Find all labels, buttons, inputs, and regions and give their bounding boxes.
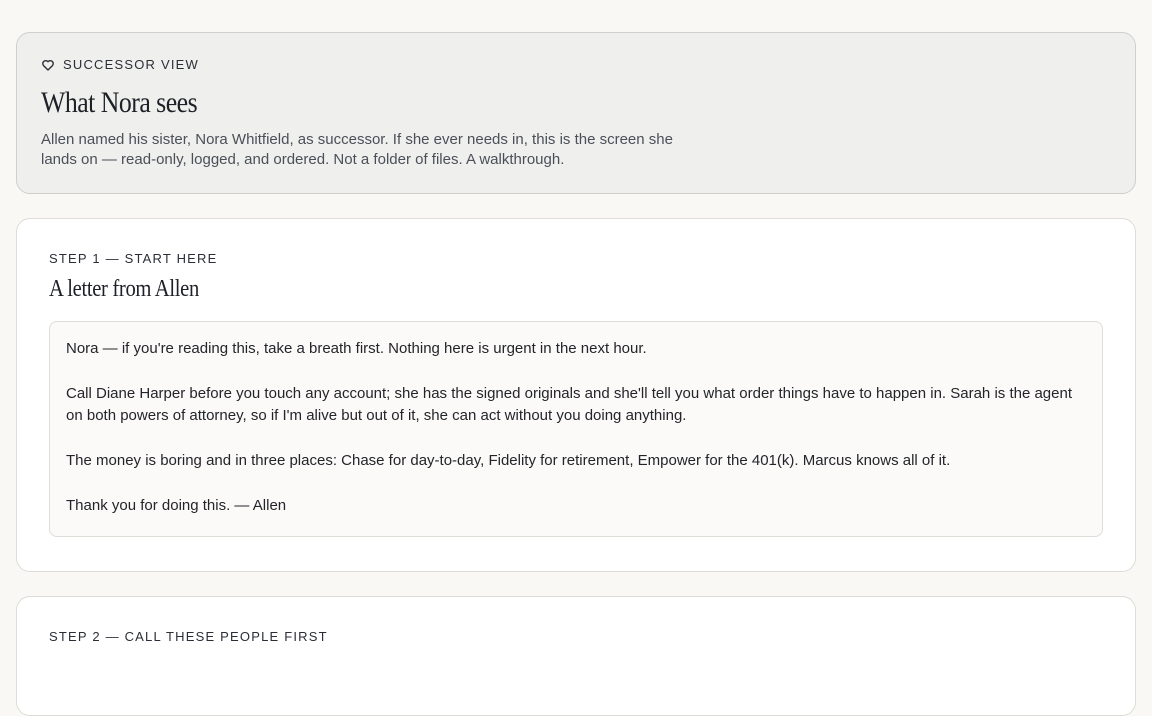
letter-paragraph: The money is boring and in three places:… bbox=[66, 452, 951, 469]
letter-body: Nora — if you're reading this, take a br… bbox=[49, 321, 1103, 537]
page-description: Allen named his sister, Nora Whitfield, … bbox=[41, 131, 673, 168]
successor-view-page: SUCCESSOR VIEW What Nora sees Allen name… bbox=[0, 0, 1152, 716]
letter-paragraph: Call Diane Harper before you touch any a… bbox=[66, 385, 1072, 424]
step-title: A letter from Allen bbox=[49, 276, 199, 302]
successor-view-eyebrow: SUCCESSOR VIEW bbox=[41, 57, 1111, 72]
successor-view-header: SUCCESSOR VIEW What Nora sees Allen name… bbox=[16, 32, 1136, 194]
step-card-letter: STEP 1 — START HERE A letter from Allen … bbox=[16, 218, 1136, 572]
eyebrow-label: SUCCESSOR VIEW bbox=[63, 57, 199, 72]
letter-paragraph: Thank you for doing this. — Allen bbox=[66, 497, 287, 514]
heart-icon bbox=[41, 58, 55, 72]
step-label: STEP 1 — START HERE bbox=[49, 251, 218, 266]
step-card-contacts: STEP 2 — CALL THESE PEOPLE FIRST bbox=[16, 596, 1136, 716]
step-label: STEP 2 — CALL THESE PEOPLE FIRST bbox=[49, 629, 328, 644]
page-title: What Nora sees bbox=[41, 86, 198, 119]
letter-paragraph: Nora — if you're reading this, take a br… bbox=[66, 340, 647, 357]
